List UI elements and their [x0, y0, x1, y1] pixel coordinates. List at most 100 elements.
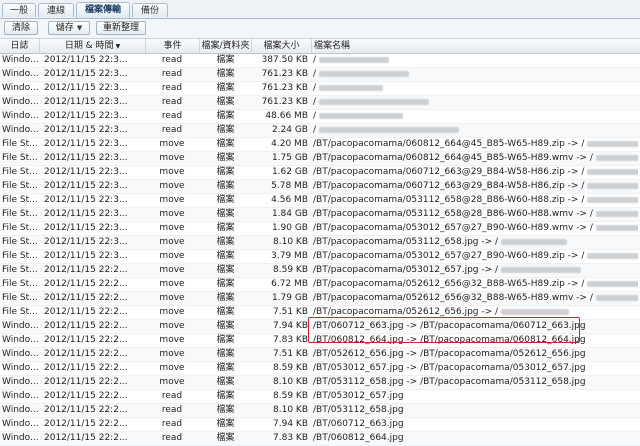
event-cell: read	[146, 54, 198, 68]
table-row[interactable]: Windo... 2012/11/15 22:3... read 檔案 387.50 K…	[0, 54, 640, 68]
table-row[interactable]: Windo... 2012/11/15 22:2... move 檔案 8.59 KB /…	[0, 362, 640, 376]
filename-cell: /BT/pacopacomama/060812_664@45_B85-W65-H…	[313, 138, 638, 152]
event-cell: move	[146, 222, 198, 236]
filename-cell: /BT/pacopacomama/053112_658@28_B86-W60-H…	[313, 194, 638, 208]
table-row[interactable]: Windo... 2012/11/15 22:2... read 檔案 8.59 KB /…	[0, 390, 640, 404]
type-cell: 檔案	[200, 124, 251, 138]
date-cell-text: 2012/11/15 22:2...	[44, 335, 128, 345]
type-cell-text: 檔案	[216, 223, 235, 233]
type-cell: 檔案	[200, 390, 251, 404]
tab-general[interactable]: 一般	[2, 3, 36, 17]
table-row[interactable]: Windo... 2012/11/15 22:2... read 檔案 7.94 KB /…	[0, 418, 640, 432]
table-row[interactable]: Windo... 2012/11/15 22:2... move 檔案 8.10 KB /…	[0, 376, 640, 390]
clear-button[interactable]: 清除	[4, 21, 38, 35]
column-header-date[interactable]: 日期 & 時間 ▼	[40, 39, 146, 53]
size-cell-text: 1.75 GB	[271, 153, 308, 163]
table-row[interactable]: Windo... 2012/11/15 22:2... move 檔案 7.83 KB /…	[0, 334, 640, 348]
log-cell: Windo...	[2, 96, 38, 110]
tab-file-transfer[interactable]: 檔案傳輸	[76, 2, 130, 18]
table-row[interactable]: Windo... 2012/11/15 22:3... read 檔案 761.23 K…	[0, 96, 640, 110]
event-cell-text: read	[161, 111, 183, 121]
table-row[interactable]: File St... 2012/11/15 22:3... move 檔案 4.20 M…	[0, 138, 640, 152]
size-cell: 8.59 KB	[252, 362, 310, 376]
table-row[interactable]: File St... 2012/11/15 22:3... move 檔案 1.84 G…	[0, 208, 640, 222]
log-cell-text: Windo...	[2, 321, 38, 331]
date-cell-text: 2012/11/15 22:2...	[44, 405, 128, 415]
table-row[interactable]: Windo... 2012/11/15 22:3... read 檔案 48.66 MB…	[0, 110, 640, 124]
column-header-label: 檔案/資料夾	[201, 41, 250, 51]
size-cell: 8.10 KB	[252, 236, 310, 250]
date-cell: 2012/11/15 22:2...	[44, 348, 145, 362]
column-header-size[interactable]: 檔案大小	[252, 39, 312, 53]
log-cell-text: Windo...	[2, 349, 38, 359]
type-cell-text: 檔案	[216, 55, 235, 65]
event-cell: move	[146, 208, 198, 222]
column-header-event[interactable]: 事件	[146, 39, 200, 53]
event-cell-text: read	[161, 69, 183, 79]
date-cell: 2012/11/15 22:3...	[44, 166, 145, 180]
table-row[interactable]: Windo... 2012/11/15 22:3... read 檔案 761.23 K…	[0, 82, 640, 96]
date-cell-text: 2012/11/15 22:3...	[44, 181, 128, 191]
type-cell: 檔案	[200, 306, 251, 320]
filename-cell: /BT/pacopacomama/053112_658.jpg -> /	[313, 236, 638, 250]
size-cell-text: 8.59 KB	[273, 391, 308, 401]
table-row[interactable]: Windo... 2012/11/15 22:2... read 檔案 7.83 KB /…	[0, 432, 640, 446]
column-header-log[interactable]: 日誌	[0, 39, 40, 53]
event-cell-text: move	[159, 167, 185, 177]
event-cell-text: move	[159, 223, 185, 233]
table-row[interactable]: Windo... 2012/11/15 22:2... move 檔案 7.94 KB /…	[0, 320, 640, 334]
redacted-text	[319, 126, 460, 133]
save-dropdown-button[interactable]: 儲存 ▼	[48, 21, 90, 35]
table-row[interactable]: File St... 2012/11/15 22:3... move 檔案 5.78 M…	[0, 180, 640, 194]
log-cell: File St...	[2, 306, 38, 320]
table-row[interactable]: File St... 2012/11/15 22:3... move 檔案 8.10 K…	[0, 236, 640, 250]
size-cell-text: 1.90 GB	[271, 223, 308, 233]
table-row[interactable]: File St... 2012/11/15 22:2... move 檔案 1.79 G…	[0, 292, 640, 306]
column-header-type[interactable]: 檔案/資料夾	[200, 39, 252, 53]
filename-cell-text: /BT/pacopacomama/060712_663@29_B84-W58-H…	[313, 167, 585, 177]
date-cell: 2012/11/15 22:3...	[44, 68, 145, 82]
tab-connection[interactable]: 連線	[38, 3, 74, 17]
log-cell-text: Windo...	[2, 433, 38, 443]
table-row[interactable]: File St... 2012/11/15 22:3... move 檔案 4.56 M…	[0, 194, 640, 208]
column-header-label: 檔案名稱	[314, 41, 351, 51]
size-cell: 8.10 KB	[252, 376, 310, 390]
type-cell: 檔案	[200, 82, 251, 96]
tab-backup[interactable]: 備份	[132, 3, 168, 17]
redacted-text	[319, 56, 390, 63]
filename-cell: /	[313, 68, 638, 82]
log-cell-text: Windo...	[2, 111, 38, 121]
table-row[interactable]: Windo... 2012/11/15 22:3... read 檔案 2.24 GB /	[0, 124, 640, 138]
type-cell-text: 檔案	[216, 153, 235, 163]
date-cell-text: 2012/11/15 22:3...	[44, 55, 128, 65]
column-header-filename[interactable]: 檔案名稱	[312, 39, 640, 53]
event-cell: move	[146, 376, 198, 390]
size-cell-text: 5.78 MB	[271, 181, 308, 191]
date-cell: 2012/11/15 22:2...	[44, 334, 145, 348]
tab-label: 一般	[9, 6, 28, 16]
table-row[interactable]: File St... 2012/11/15 22:3... move 檔案 3.79 M…	[0, 250, 640, 264]
table-row[interactable]: Windo... 2012/11/15 22:2... read 檔案 8.10 KB /…	[0, 404, 640, 418]
event-cell-text: move	[159, 293, 185, 303]
date-cell-text: 2012/11/15 22:2...	[44, 279, 128, 289]
filename-cell-text: /BT/pacopacomama/060812_664@45_B85-W65-H…	[313, 153, 593, 163]
log-cell-text: File St...	[2, 209, 38, 219]
table-row[interactable]: File St... 2012/11/15 22:3... move 檔案 1.90 G…	[0, 222, 640, 236]
table-row[interactable]: File St... 2012/11/15 22:2... move 檔案 8.59 K…	[0, 264, 640, 278]
table-row[interactable]: Windo... 2012/11/15 22:2... move 檔案 7.51 KB /…	[0, 348, 640, 362]
type-cell: 檔案	[200, 236, 251, 250]
table-row[interactable]: File St... 2012/11/15 22:2... move 檔案 6.72 M…	[0, 278, 640, 292]
table-row[interactable]: Windo... 2012/11/15 22:3... read 檔案 761.23 K…	[0, 68, 640, 82]
log-cell: Windo...	[2, 348, 38, 362]
column-header-label: 事件	[163, 41, 182, 51]
date-cell: 2012/11/15 22:2...	[44, 432, 145, 446]
table-row[interactable]: File St... 2012/11/15 22:3... move 檔案 1.62 G…	[0, 166, 640, 180]
log-cell: Windo...	[2, 390, 38, 404]
table-row[interactable]: File St... 2012/11/15 22:2... move 檔案 7.51 K…	[0, 306, 640, 320]
event-cell: read	[146, 432, 198, 446]
refresh-button[interactable]: 重新整理	[96, 21, 146, 35]
date-cell-text: 2012/11/15 22:3...	[44, 153, 128, 163]
table-row[interactable]: File St... 2012/11/15 22:3... move 檔案 1.75 G…	[0, 152, 640, 166]
date-cell: 2012/11/15 22:3...	[44, 138, 145, 152]
event-cell-text: move	[159, 209, 185, 219]
